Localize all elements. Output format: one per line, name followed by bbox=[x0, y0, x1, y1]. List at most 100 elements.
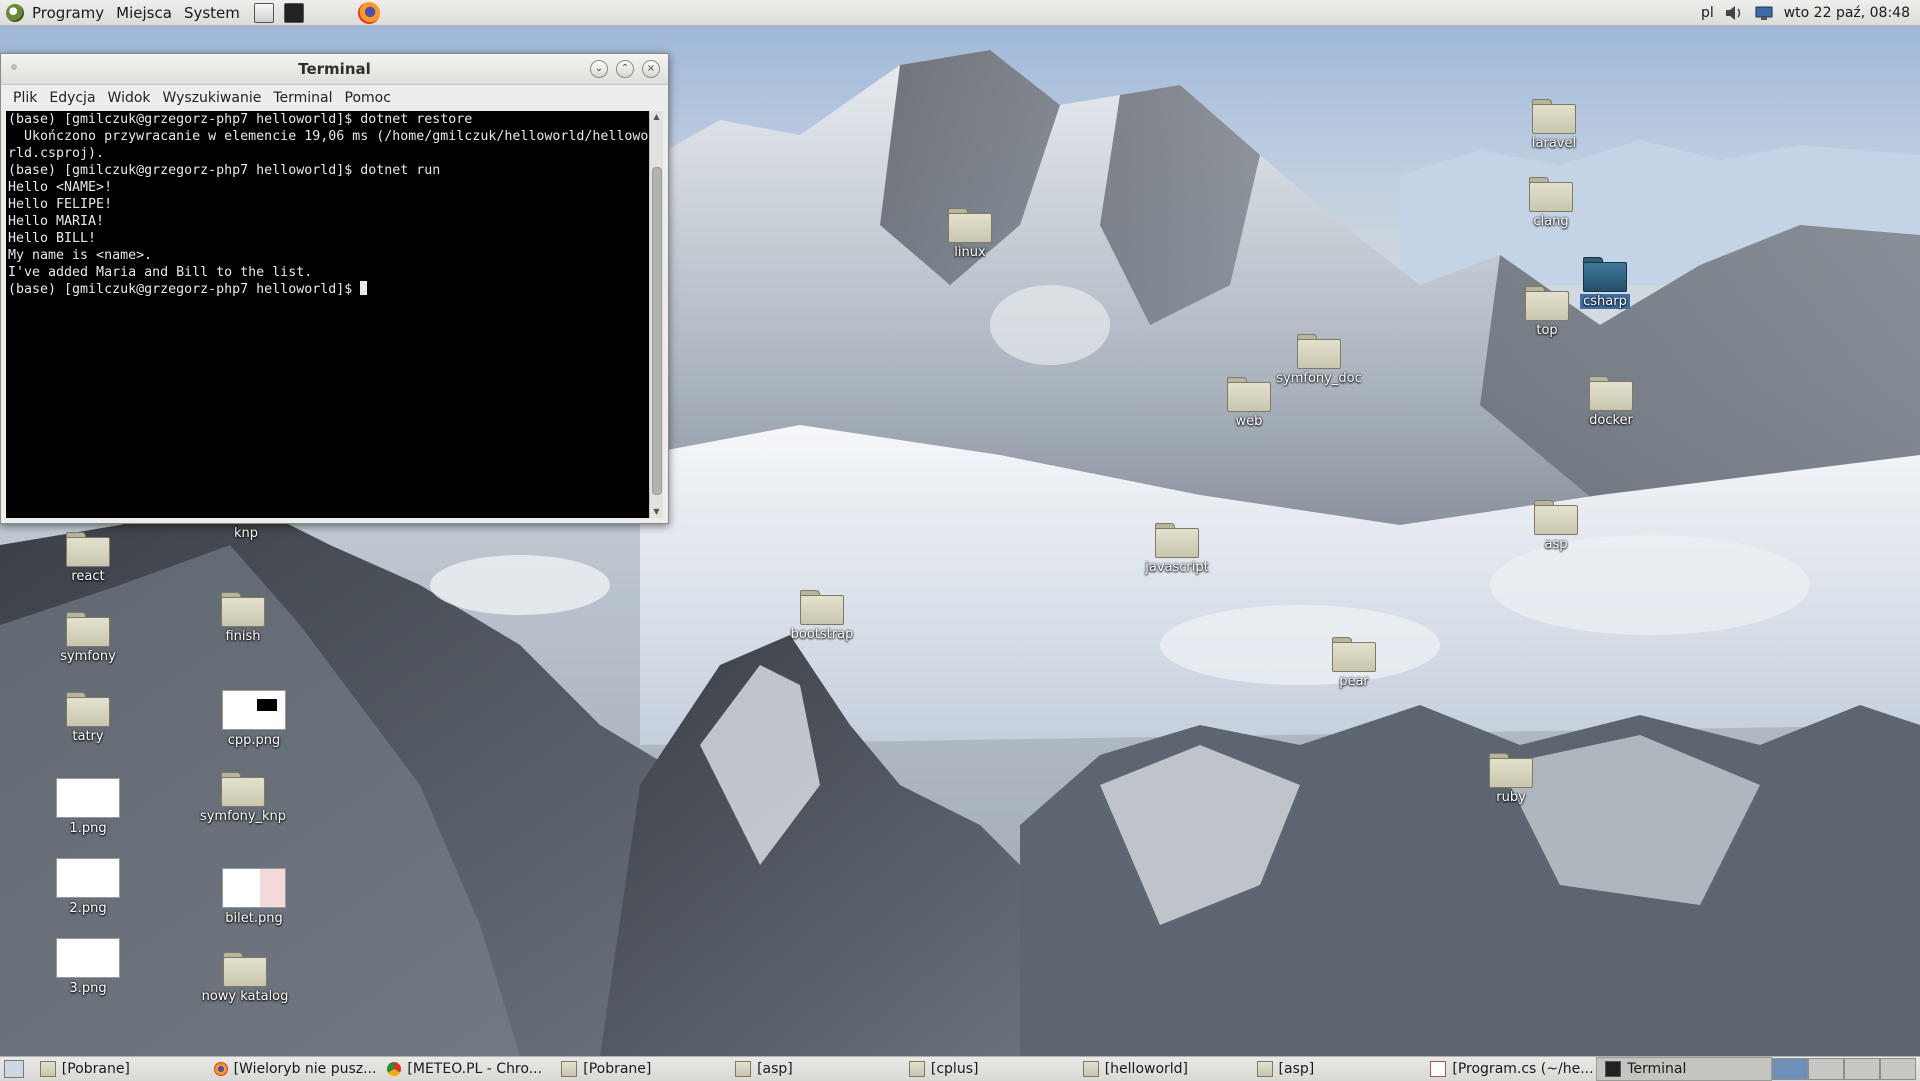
taskbar-item[interactable]: [Program.cs (~/he... bbox=[1422, 1058, 1596, 1080]
network-icon[interactable] bbox=[1754, 5, 1774, 21]
terminal-launcher-icon[interactable] bbox=[283, 2, 304, 23]
taskbar-item-active[interactable]: Terminal bbox=[1596, 1057, 1773, 1081]
text-editor-icon bbox=[1430, 1061, 1447, 1077]
desktop-folder-javascript[interactable]: javascript bbox=[1132, 523, 1222, 575]
menu-applications[interactable]: Programy bbox=[28, 0, 108, 25]
desktop-folder-asp[interactable]: asp bbox=[1511, 500, 1601, 552]
desktop-file-bilet-png[interactable]: bilet.png bbox=[209, 868, 299, 926]
folder-icon bbox=[66, 532, 110, 567]
taskbar-item[interactable]: [asp] bbox=[1249, 1058, 1423, 1080]
desktop-file-cpp-png[interactable]: cpp.png bbox=[209, 690, 299, 748]
menu-places[interactable]: Miejsca bbox=[112, 0, 176, 25]
window-titlebar[interactable]: Terminal ⌄ ⌃ × bbox=[1, 54, 668, 85]
terminal-scrollbar[interactable]: ▲ ▼ bbox=[649, 111, 663, 518]
terminal-window[interactable]: Terminal ⌄ ⌃ × Plik Edycja Widok Wyszuki… bbox=[0, 53, 669, 524]
menu-help[interactable]: Pomoc bbox=[339, 90, 397, 106]
desktop-folder-pear[interactable]: pear bbox=[1309, 637, 1399, 689]
desktop-file-1-png[interactable]: 1.png bbox=[43, 778, 133, 836]
window-menu-icon[interactable] bbox=[11, 64, 17, 70]
firefox-launcher-icon[interactable] bbox=[357, 1, 380, 24]
terminal-prompt-line[interactable]: (base) [gmilczuk@grzegorz-php7 helloworl… bbox=[8, 281, 650, 298]
taskbar-item[interactable]: [METEO.PL - Chro... bbox=[379, 1058, 553, 1080]
terminal-prompt: (base) [gmilczuk@grzegorz-php7 helloworl… bbox=[8, 282, 361, 297]
workspace-4[interactable] bbox=[1880, 1058, 1917, 1080]
desktop-folder-symfony-knp[interactable]: symfony_knp bbox=[198, 772, 288, 824]
desktop-folder-symfony[interactable]: symfony bbox=[43, 612, 133, 664]
desktop-folder-laravel[interactable]: laravel bbox=[1509, 99, 1599, 151]
folder-icon bbox=[39, 1061, 56, 1077]
desktop-folder-tatry[interactable]: tatry bbox=[43, 692, 133, 744]
firefox-icon bbox=[213, 1062, 228, 1076]
folder-icon bbox=[1525, 286, 1569, 321]
clock[interactable]: wto 22 paź, 08:48 bbox=[1784, 5, 1910, 21]
terminal-menubar: Plik Edycja Widok Wyszukiwanie Terminal … bbox=[1, 85, 668, 111]
desktop-folder-top[interactable]: top bbox=[1502, 286, 1592, 338]
folder-icon bbox=[1532, 99, 1576, 134]
terminal-line: Hello BILL! bbox=[8, 231, 97, 246]
menu-system[interactable]: System bbox=[180, 0, 244, 25]
workspace-1[interactable] bbox=[1772, 1058, 1809, 1080]
top-menu: Programy Miejsca System bbox=[0, 0, 386, 25]
scrollbar-thumb[interactable] bbox=[652, 167, 662, 495]
minimize-button[interactable]: ⌄ bbox=[590, 60, 608, 78]
terminal-line: Hello MARIA! bbox=[8, 214, 105, 229]
menu-edit[interactable]: Edycja bbox=[43, 90, 101, 106]
terminal-line: Hello FELIPE! bbox=[8, 197, 113, 212]
bottom-panel: [Pobrane] [Wieloryb nie pusz... [METEO.P… bbox=[0, 1056, 1920, 1081]
window-title: Terminal bbox=[298, 60, 371, 78]
folder-icon bbox=[800, 590, 844, 625]
taskbar-item[interactable]: [asp] bbox=[727, 1058, 901, 1080]
workspace-2[interactable] bbox=[1808, 1058, 1845, 1080]
menu-file[interactable]: Plik bbox=[7, 90, 43, 106]
folder-icon bbox=[1297, 334, 1341, 369]
gnome-foot-icon[interactable] bbox=[6, 3, 24, 22]
desktop-folder-finish[interactable]: finish bbox=[198, 592, 288, 644]
maximize-button[interactable]: ⌃ bbox=[616, 60, 634, 78]
close-button[interactable]: × bbox=[642, 60, 660, 78]
terminal-line: Hello <NAME>! bbox=[8, 180, 113, 195]
taskbar-item[interactable]: [helloworld] bbox=[1075, 1058, 1249, 1080]
taskbar-item[interactable]: [cplus] bbox=[901, 1058, 1075, 1080]
folder-icon bbox=[66, 692, 110, 727]
menu-view[interactable]: Widok bbox=[102, 90, 157, 106]
taskbar-item[interactable]: [Pobrane] bbox=[32, 1058, 206, 1080]
workspace-3[interactable] bbox=[1844, 1058, 1881, 1080]
folder-icon bbox=[735, 1061, 752, 1077]
terminal-line: (base) [gmilczuk@grzegorz-php7 helloworl… bbox=[8, 112, 473, 127]
keyboard-layout-indicator[interactable]: pl bbox=[1701, 5, 1714, 21]
scroll-down-arrow-icon[interactable]: ▼ bbox=[650, 506, 663, 518]
desktop-file-2-png[interactable]: 2.png bbox=[43, 858, 133, 916]
desktop-folder-knp[interactable]: knp bbox=[201, 526, 291, 541]
desktop-folder-bootstrap[interactable]: bootstrap bbox=[777, 590, 867, 642]
scroll-up-arrow-icon[interactable]: ▲ bbox=[650, 111, 663, 123]
desktop-folder-ruby[interactable]: ruby bbox=[1466, 753, 1556, 805]
menu-terminal[interactable]: Terminal bbox=[267, 90, 338, 106]
folder-icon bbox=[221, 592, 265, 627]
taskbar-item[interactable]: [Pobrane] bbox=[553, 1058, 727, 1080]
folder-icon bbox=[1529, 177, 1573, 212]
image-thumbnail-icon bbox=[56, 778, 120, 818]
system-tray: pl wto 22 paź, 08:48 bbox=[1701, 5, 1920, 21]
folder-icon bbox=[1155, 523, 1199, 558]
folder-icon bbox=[1489, 753, 1533, 788]
desktop-folder-web[interactable]: web bbox=[1204, 377, 1294, 429]
desktop-folder-linux[interactable]: linux bbox=[925, 208, 1015, 260]
volume-icon[interactable] bbox=[1724, 5, 1744, 21]
menu-search[interactable]: Wyszukiwanie bbox=[157, 90, 268, 106]
desktop-folder-docker[interactable]: docker bbox=[1566, 376, 1656, 428]
desktop-folder-nowy-katalog[interactable]: nowy katalog bbox=[200, 952, 290, 1004]
file-manager-launcher-icon[interactable] bbox=[253, 2, 274, 23]
folder-icon bbox=[1082, 1061, 1099, 1077]
folder-icon bbox=[66, 612, 110, 647]
taskbar-item[interactable]: [Wieloryb nie pusz... bbox=[206, 1058, 380, 1080]
terminal-output[interactable]: (base) [gmilczuk@grzegorz-php7 helloworl… bbox=[6, 111, 652, 518]
folder-icon bbox=[948, 208, 992, 243]
desktop-file-3-png[interactable]: 3.png bbox=[43, 938, 133, 996]
desktop-folder-clang[interactable]: clang bbox=[1506, 177, 1596, 229]
folder-icon bbox=[1256, 1061, 1273, 1077]
desktop-folder-react[interactable]: react bbox=[43, 532, 133, 584]
folder-icon bbox=[1332, 637, 1376, 672]
image-thumbnail-icon bbox=[56, 858, 120, 898]
show-desktop-icon[interactable] bbox=[4, 1060, 24, 1078]
terminal-line: My name is <name>. bbox=[8, 248, 153, 263]
